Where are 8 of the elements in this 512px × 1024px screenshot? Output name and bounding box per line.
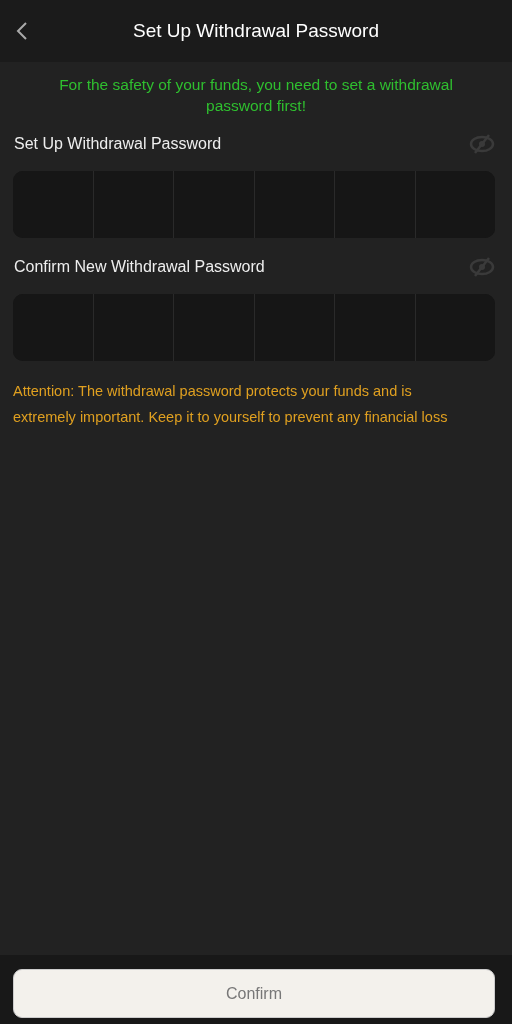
eye-slash-icon[interactable] (469, 132, 495, 155)
back-icon[interactable] (14, 20, 30, 42)
eye-slash-icon[interactable] (469, 255, 495, 278)
safety-notice: For the safety of your funds, you need to set a withdrawal password first! (58, 75, 454, 116)
page-title: Set Up Withdrawal Password (131, 18, 380, 43)
field-label: Set Up Withdrawal Password (14, 133, 222, 154)
attention-text: Attention: The withdrawal password protects your funds and is extremely important. Keep it to yourself to prevent any financial loss (12, 381, 449, 427)
field-label: Confirm New Withdrawal Password (14, 256, 265, 277)
